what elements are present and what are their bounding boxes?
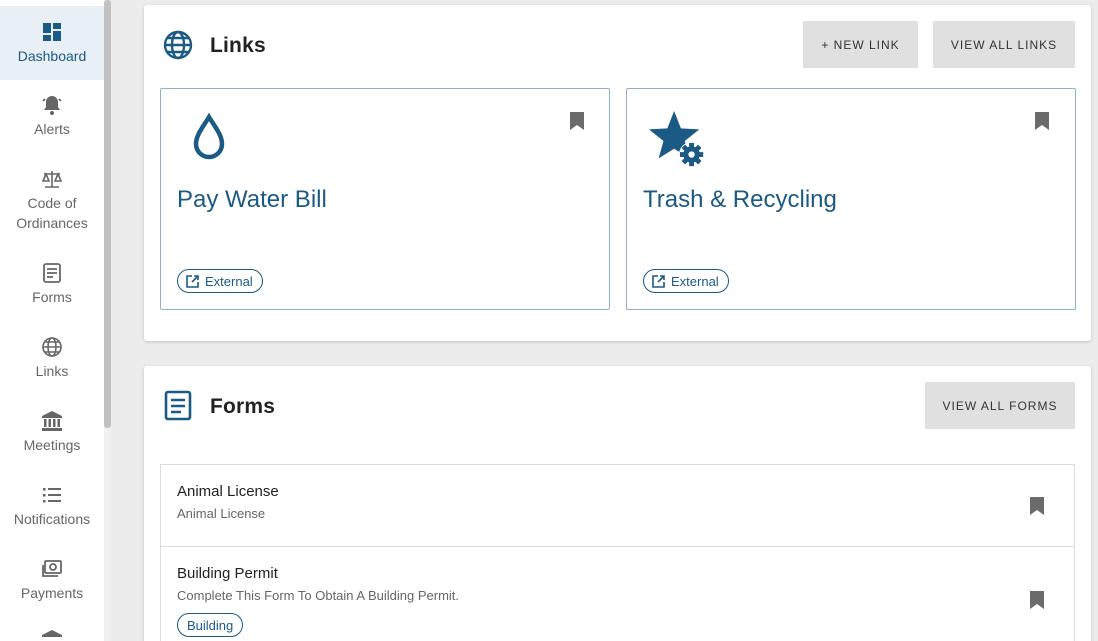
- building-columns-icon: [41, 628, 63, 641]
- sidebar-item-label: Alerts: [34, 121, 70, 137]
- sidebar-item-alerts[interactable]: Alerts: [0, 94, 104, 154]
- forms-section-title: Forms: [210, 395, 276, 418]
- sidebar-item-label: Payments: [20, 585, 84, 601]
- new-link-button[interactable]: + NEW LINK: [803, 21, 918, 68]
- bookmark-icon[interactable]: [1029, 497, 1045, 515]
- sidebar-nav: Dashboard Alerts Code of Ordinances Form…: [0, 0, 104, 641]
- sidebar-item-meetings[interactable]: Meetings: [0, 410, 104, 470]
- globe-icon: [162, 29, 194, 61]
- water-drop-icon: [191, 112, 227, 166]
- sidebar-scrollbar[interactable]: [104, 0, 111, 641]
- sidebar-item-forms[interactable]: Forms: [0, 262, 104, 322]
- view-all-forms-button[interactable]: VIEW ALL FORMS: [925, 382, 1075, 429]
- building-columns-icon: [41, 410, 63, 432]
- sidebar-item-label: Notifications: [13, 511, 91, 527]
- list-icon: [41, 484, 63, 506]
- sidebar-item-label: Dashboard: [17, 48, 87, 64]
- bookmark-icon[interactable]: [1034, 112, 1050, 130]
- form-item-subtitle: Complete This Form To Obtain A Building …: [177, 588, 460, 603]
- sidebar-item-more[interactable]: [0, 628, 104, 641]
- external-badge: External: [177, 269, 263, 293]
- form-icon: [41, 262, 63, 284]
- link-card-trash-recycling[interactable]: Trash & Recycling External: [626, 88, 1076, 310]
- form-icon: [162, 389, 194, 421]
- external-badge: External: [643, 269, 729, 293]
- star-gear-icon: [647, 109, 709, 176]
- links-panel: Links + NEW LINK VIEW ALL LINKS Pay Wate…: [144, 5, 1091, 341]
- sidebar-item-label: Meetings: [23, 437, 81, 453]
- sidebar-item-code-of-ordinances[interactable]: Code of Ordinances: [0, 168, 104, 244]
- form-item-title: Animal License: [177, 483, 279, 500]
- external-link-icon: [186, 274, 199, 288]
- sidebar-item-links[interactable]: Links: [0, 336, 104, 396]
- form-item-title: Building Permit: [177, 565, 278, 582]
- badge-label: External: [671, 273, 719, 289]
- forms-list: Animal License Animal License Building P…: [160, 464, 1075, 641]
- form-item-subtitle: Animal License: [177, 506, 266, 521]
- sidebar-item-dashboard[interactable]: Dashboard: [0, 6, 104, 80]
- view-all-links-button[interactable]: VIEW ALL LINKS: [933, 21, 1075, 68]
- external-link-icon: [652, 274, 665, 288]
- link-card-pay-water-bill[interactable]: Pay Water Bill External: [160, 88, 610, 310]
- forms-panel: Forms VIEW ALL FORMS Animal License Anim…: [144, 366, 1091, 641]
- list-item-building-permit[interactable]: Building Permit Complete This Form To Ob…: [161, 546, 1074, 641]
- sidebar-item-label: Code of Ordinances: [16, 195, 88, 231]
- list-item-animal-license[interactable]: Animal License Animal License: [161, 465, 1074, 546]
- bell-icon: [41, 94, 63, 116]
- link-card-title: Trash & Recycling: [643, 186, 837, 213]
- money-icon: [41, 558, 63, 580]
- scales-icon: [41, 168, 63, 190]
- sidebar-item-payments[interactable]: Payments: [0, 558, 104, 618]
- scrollbar-thumb[interactable]: [104, 0, 111, 428]
- sidebar-item-notifications[interactable]: Notifications: [0, 484, 104, 544]
- bookmark-icon[interactable]: [569, 112, 585, 130]
- badge-label: External: [205, 273, 253, 289]
- link-card-title: Pay Water Bill: [177, 186, 327, 213]
- globe-icon: [41, 336, 63, 358]
- dashboard-icon: [41, 21, 63, 43]
- category-tag: Building: [177, 613, 244, 637]
- sidebar-item-label: Forms: [32, 289, 72, 305]
- sidebar-item-label: Links: [35, 363, 69, 379]
- links-section-title: Links: [210, 34, 266, 57]
- bookmark-icon[interactable]: [1029, 591, 1045, 609]
